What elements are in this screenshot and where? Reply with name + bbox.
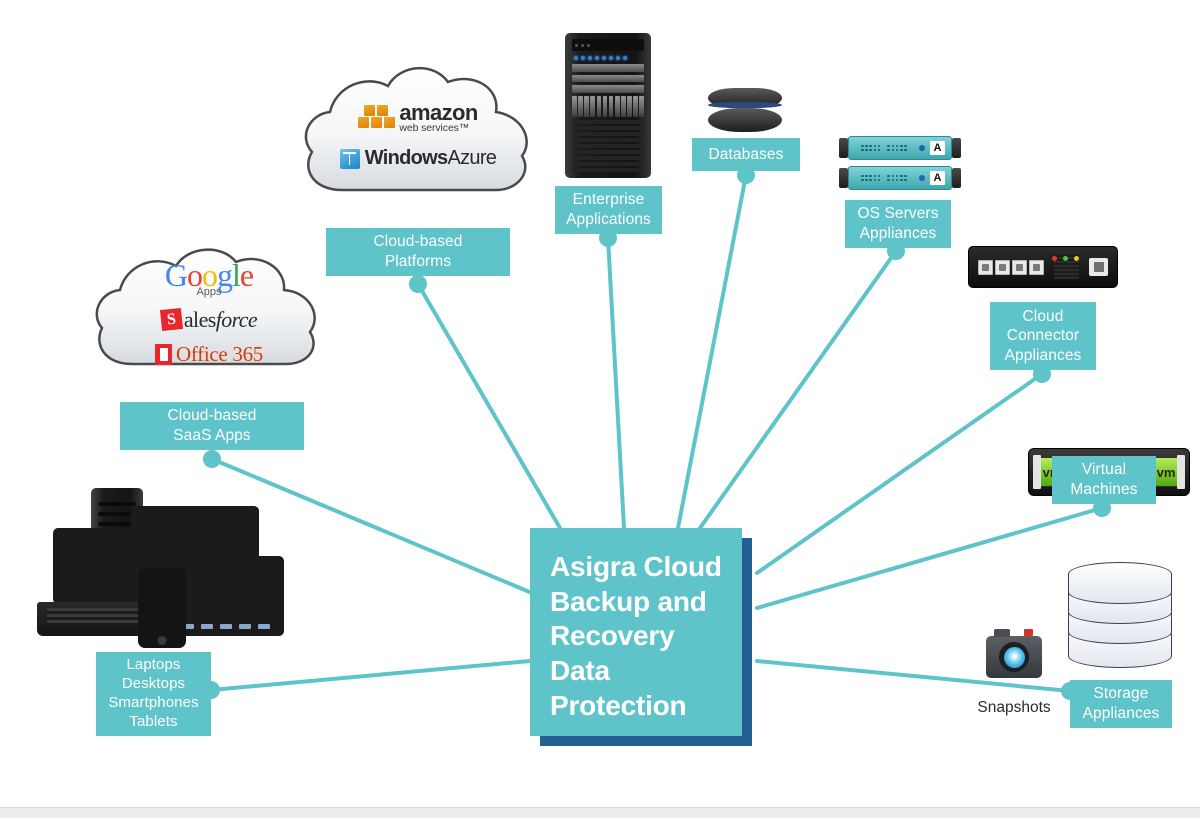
salesforce-badge: S [159, 308, 183, 332]
label-databases[interactable]: Databases [692, 138, 800, 171]
tower-vents [572, 120, 644, 173]
asigra-badge: A [930, 171, 945, 185]
azure-name-b: Azure [447, 147, 497, 170]
cloud-connector-appliance-icon [968, 246, 1118, 288]
aws-cubes-icon [358, 103, 396, 133]
platforms-cloud-icon: amazon web services™ WindowsAzure [296, 62, 540, 210]
endpoint-devices-icon [34, 488, 286, 648]
camera-icon [986, 629, 1042, 678]
azure-logo: WindowsAzure [339, 147, 497, 170]
smartphone-icon [138, 568, 186, 648]
rack-server-unit: A [839, 136, 961, 160]
connector-dot-platforms [409, 275, 427, 293]
label-cloud-saas-apps[interactable]: Cloud-based SaaS Apps [120, 402, 304, 450]
aws-name: amazon [399, 99, 478, 125]
asigra-badge: A [930, 141, 945, 155]
hub-title-box[interactable]: Asigra Cloud Backup and Recovery Data Pr… [530, 528, 742, 736]
diagram-canvas: Google Apps S alesforce Office 365 Cloud… [0, 0, 1200, 818]
office365-logo: Office 365 [155, 342, 263, 367]
storage-cylinder-icon [1068, 562, 1172, 672]
azure-name-a: Windows [364, 147, 448, 170]
tower-drive-bank [572, 96, 644, 118]
wire-databases [676, 173, 748, 530]
connector-dot-saas [203, 450, 221, 468]
salesforce-logo: S alesforce [159, 306, 258, 333]
aws-sublabel: web services™ [399, 122, 470, 135]
salesforce-text-b: force [215, 306, 258, 332]
footer-divider [0, 807, 1200, 818]
database-icon [708, 88, 782, 132]
wire-platforms [416, 282, 562, 530]
saas-cloud-icon: Google Apps S alesforce Office 365 [88, 244, 330, 384]
wire-virtual-machines [755, 506, 1104, 610]
office-mark-icon [155, 343, 172, 365]
tower-optical-bay [572, 39, 644, 52]
appliance-status-leds [1052, 256, 1079, 261]
label-endpoints[interactable]: Laptops Desktops Smartphones Tablets [96, 652, 211, 736]
rack-server-unit: A [839, 166, 961, 190]
tablet-controls [177, 622, 274, 630]
label-virtual-machines[interactable]: Virtual Machines [1052, 456, 1156, 504]
os-servers-icon: A A [838, 136, 962, 194]
label-storage-appliances[interactable]: Storage Appliances [1070, 680, 1172, 728]
label-cloud-connector-appliances[interactable]: Cloud Connector Appliances [990, 302, 1096, 370]
wire-os-servers [698, 249, 898, 530]
appliance-port [1089, 258, 1108, 276]
wire-enterprise [606, 236, 626, 530]
wire-cloud-connector [755, 372, 1044, 575]
label-os-servers-appliances[interactable]: OS Servers Appliances [845, 200, 951, 248]
office365-text: Office 365 [176, 341, 263, 366]
wire-endpoints [209, 659, 532, 692]
label-snapshots: Snapshots [977, 699, 1051, 716]
tower-server-icon [565, 33, 651, 178]
label-cloud-platforms[interactable]: Cloud-based Platforms [326, 228, 510, 276]
google-apps-logo: Google Apps [164, 257, 254, 298]
windows-flag-icon [339, 148, 360, 169]
aws-logo: amazon web services™ [358, 99, 478, 135]
tower-led-strip [572, 54, 644, 61]
salesforce-text-a: ales [183, 306, 216, 332]
appliance-slots [978, 259, 1044, 275]
label-enterprise-applications[interactable]: Enterprise Applications [555, 186, 662, 234]
